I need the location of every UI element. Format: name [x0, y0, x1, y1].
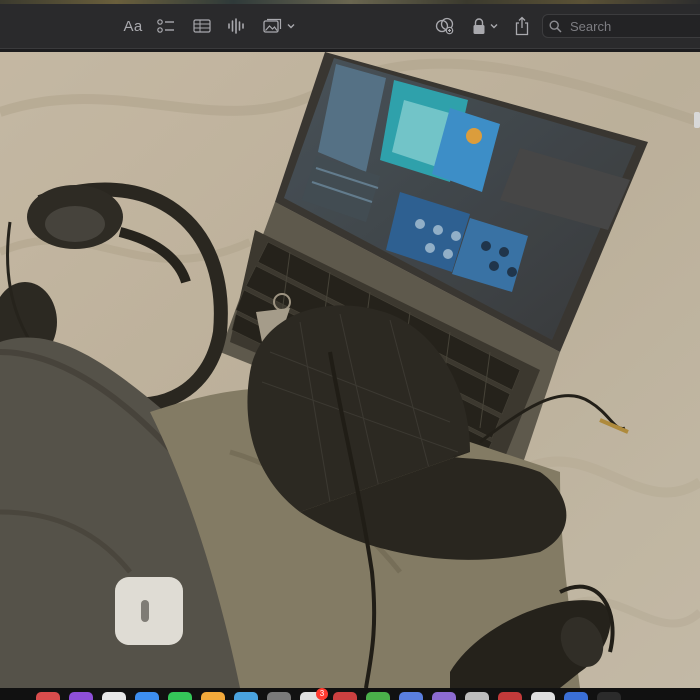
dock-app-icon[interactable]	[69, 692, 93, 700]
dock-app-icon[interactable]	[597, 692, 621, 700]
search-field[interactable]	[542, 14, 700, 38]
note-photo-attachment[interactable]	[0, 52, 700, 688]
collaborate-icon	[435, 17, 454, 35]
scrollbar-thumb[interactable]	[694, 112, 700, 128]
dock-app-icon[interactable]	[135, 692, 159, 700]
dock-app-icon[interactable]	[102, 692, 126, 700]
share-icon	[515, 16, 529, 36]
dock: 3	[0, 688, 700, 700]
checklist-icon	[157, 19, 174, 33]
dock-app-icon[interactable]	[564, 692, 588, 700]
dock-app-icon[interactable]	[498, 692, 522, 700]
table-button[interactable]	[192, 14, 212, 38]
notes-toolbar: Aa	[0, 4, 700, 49]
dock-app-icon[interactable]	[36, 692, 60, 700]
format-button-label: Aa	[123, 17, 143, 35]
lock-icon	[473, 18, 484, 34]
dock-app-icon[interactable]	[168, 692, 192, 700]
table-icon	[193, 19, 211, 33]
dock-app-icon[interactable]	[234, 692, 258, 700]
dock-app-icon[interactable]	[201, 692, 225, 700]
search-input[interactable]	[568, 17, 700, 35]
photo-icon	[262, 18, 281, 33]
dock-app-icon[interactable]	[399, 692, 423, 700]
media-button[interactable]	[262, 14, 296, 38]
checklist-button[interactable]	[156, 14, 176, 38]
chevron-down-icon	[490, 24, 497, 29]
dock-app-icon[interactable]	[267, 692, 291, 700]
dock-app-icon[interactable]	[333, 692, 357, 700]
share-button[interactable]	[512, 14, 532, 38]
dock-app-icon[interactable]	[531, 692, 555, 700]
dock-app-icon[interactable]	[366, 692, 390, 700]
dock-app-icon[interactable]	[465, 692, 489, 700]
chevron-down-icon	[287, 24, 294, 29]
dock-badge: 3	[316, 688, 328, 700]
waveform-icon	[228, 18, 244, 34]
photo-content-icon	[0, 52, 700, 688]
search-icon	[549, 19, 562, 33]
lock-button[interactable]	[470, 14, 500, 38]
collaborate-button[interactable]	[434, 14, 456, 38]
dock-app-icon[interactable]	[432, 692, 456, 700]
audio-button[interactable]	[226, 14, 246, 38]
format-button[interactable]: Aa	[122, 14, 144, 38]
